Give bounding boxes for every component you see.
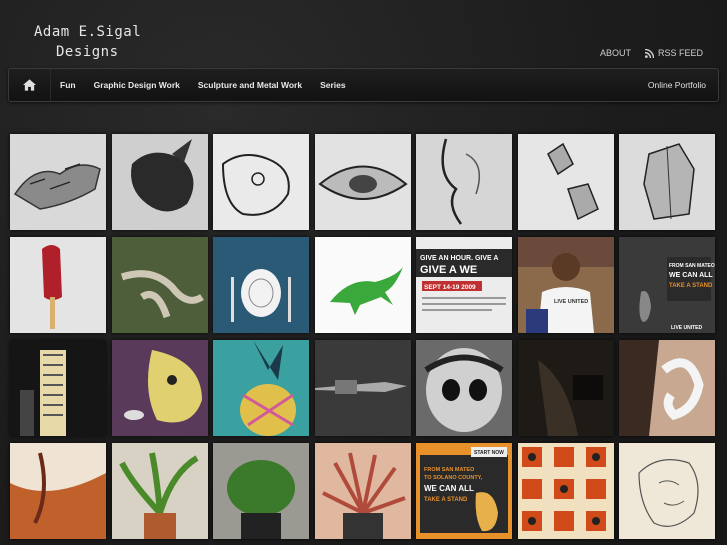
- thumb-pen-nib[interactable]: [314, 340, 411, 436]
- thumb-head-sketch[interactable]: [619, 134, 715, 230]
- poster3-line3: WE CAN ALL: [424, 484, 474, 493]
- thumb-eye-sketch[interactable]: [314, 134, 411, 230]
- thumb-sf-pattern[interactable]: [517, 443, 614, 539]
- site-title-line1: Adam E.Sigal: [34, 24, 142, 40]
- poster1-line1: GIVE AN HOUR. GIVE A: [420, 255, 498, 262]
- poster3-line4: TAKE A STAND: [424, 497, 468, 503]
- thumb-orange-pot[interactable]: [10, 443, 106, 539]
- thumb-hand-sketch[interactable]: [517, 134, 614, 230]
- thumb-pineapple-posterized[interactable]: [213, 340, 309, 436]
- poster3-line2: TO SOLANO COUNTY,: [424, 475, 483, 481]
- shirt-text: LIVE UNITED: [554, 299, 588, 305]
- poster2-line1: FROM SAN MATEO: [669, 263, 715, 269]
- poster1-line3: SEPT 14-19 2009: [424, 284, 476, 291]
- nav-item-graphic-design[interactable]: Graphic Design Work: [85, 69, 189, 101]
- home-button[interactable]: [9, 69, 51, 101]
- thumb-plant-outdoor[interactable]: [213, 443, 309, 539]
- poster3-tag: START NOW: [474, 450, 504, 456]
- rss-icon: [644, 48, 654, 58]
- site-title-line2: Designs: [56, 44, 119, 60]
- poster1-line2: GIVE A WE: [420, 264, 477, 276]
- site-logo[interactable]: Adam E.Sigal Designs: [34, 22, 141, 62]
- thumb-dark-figure[interactable]: [517, 340, 614, 436]
- thumb-skyscraper-lamp[interactable]: [10, 340, 106, 436]
- thumb-dragon-sketch[interactable]: [10, 134, 106, 230]
- main-navigation: Fun Graphic Design Work Sculpture and Me…: [8, 68, 719, 102]
- rss-label: RSS FEED: [657, 48, 703, 58]
- thumb-give-an-hour-poster[interactable]: GIVE AN HOUR. GIVE A GIVE A WE SEPT 14-1…: [416, 237, 512, 333]
- thumb-driftwood-sculpture[interactable]: [111, 237, 208, 333]
- poster2-footer: LIVE UNITED: [671, 325, 703, 331]
- home-icon: [23, 79, 36, 91]
- nav-item-fun[interactable]: Fun: [51, 69, 85, 101]
- thumb-popsicle[interactable]: [10, 237, 106, 333]
- top-links: ABOUT RSS FEED: [600, 48, 703, 58]
- thumb-face-sketch[interactable]: [213, 134, 309, 230]
- thumb-plant-green[interactable]: [111, 443, 208, 539]
- thumb-take-a-stand-poster[interactable]: FROM SAN MATEO WE CAN ALL TAKE A STAND L…: [619, 237, 715, 333]
- thumb-plate-fork-knife[interactable]: [213, 237, 309, 333]
- thumb-start-now-poster[interactable]: START NOW FROM SAN MATEO TO SOLANO COUNT…: [416, 443, 512, 539]
- thumb-spiky-plant[interactable]: [314, 443, 411, 539]
- about-link[interactable]: ABOUT: [600, 48, 631, 58]
- thumb-purple-yellow-collage[interactable]: [111, 340, 208, 436]
- thumb-profile-sketch[interactable]: [416, 134, 512, 230]
- portfolio-grid: GIVE AN HOUR. GIVE A GIVE A WE SEPT 14-1…: [10, 134, 715, 539]
- thumb-green-lizard[interactable]: [314, 237, 411, 333]
- nav-item-online-portfolio[interactable]: Online Portfolio: [648, 80, 718, 90]
- poster2-line2: WE CAN ALL: [669, 272, 713, 279]
- thumb-ear-sculpture[interactable]: [619, 340, 715, 436]
- thumb-cartoon-robot[interactable]: [416, 340, 512, 436]
- thumb-face-line-drawing[interactable]: [619, 443, 715, 539]
- nav-item-sculpture[interactable]: Sculpture and Metal Work: [189, 69, 311, 101]
- thumb-creature-dark[interactable]: [111, 134, 208, 230]
- poster3-line1: FROM SAN MATEO: [424, 467, 475, 473]
- thumb-live-united-photo[interactable]: LIVE UNITED: [517, 237, 614, 333]
- nav-item-series[interactable]: Series: [311, 69, 355, 101]
- poster2-line3: TAKE A STAND: [669, 283, 713, 289]
- rss-feed-link[interactable]: RSS FEED: [644, 48, 703, 58]
